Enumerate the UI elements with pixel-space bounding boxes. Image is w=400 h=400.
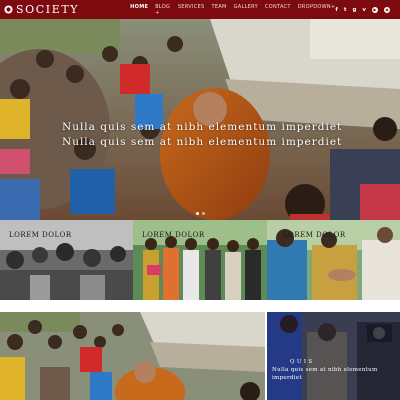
top-navbar: SOCIETY HOME BLOG + SERVICES TEAM GALLER… [0, 0, 400, 19]
social-links: f t g v ▶ ◉ [335, 6, 390, 13]
gallery-tile-4[interactable] [0, 312, 265, 400]
gallery-label-1: LOREM DOLOR [9, 231, 72, 239]
gallery-tile-5-overlay [267, 312, 400, 400]
facebook-icon[interactable]: f [335, 7, 337, 13]
gallery-image-4 [0, 312, 265, 400]
vimeo-icon[interactable]: v [362, 7, 366, 13]
nav-team[interactable]: TEAM [211, 4, 226, 16]
gallery-tile-3[interactable]: LOREM DOLOR [267, 220, 400, 300]
site-logo[interactable]: SOCIETY [4, 3, 79, 16]
mini-caption-text: Nulla quis sem at nibh elementum imperdi… [272, 367, 378, 381]
gallery-tile-1[interactable]: LOREM DOLOR [0, 220, 133, 300]
gallery-tile-2[interactable]: LOREM DOLOR [133, 220, 267, 300]
gallery-tile-5-caption: Q U I S Nulla quis sem at nibh elementum… [272, 358, 392, 382]
youtube-icon[interactable]: ▶ [372, 6, 378, 13]
google-plus-icon[interactable]: g [352, 7, 356, 13]
nav-gallery[interactable]: GALLERY [234, 4, 258, 16]
nav-dropdown[interactable]: DROPDOWN+ [298, 4, 336, 16]
slider-dot-1[interactable] [196, 212, 199, 215]
gallery-label-2: LOREM DOLOR [142, 231, 205, 239]
slider-pagination [196, 212, 205, 215]
slider-dot-2[interactable] [202, 212, 205, 215]
logo-mark-icon [4, 5, 13, 14]
site-name: SOCIETY [16, 3, 80, 16]
nav-contact[interactable]: CONTACT [265, 4, 291, 16]
nav-blog[interactable]: BLOG + [155, 4, 171, 16]
hero-caption: Nulla quis sem at nibh elementum imperdi… [62, 120, 342, 150]
hero-slider[interactable]: Nulla quis sem at nibh elementum imperdi… [0, 19, 400, 220]
hero-caption-line-2: Nulla quis sem at nibh elementum imperdi… [62, 136, 343, 148]
gallery-tile-5[interactable]: Q U I S Nulla quis sem at nibh elementum… [267, 312, 400, 400]
nav-services[interactable]: SERVICES [178, 4, 205, 16]
main-menu: HOME BLOG + SERVICES TEAM GALLERY CONTAC… [130, 4, 335, 16]
instagram-icon[interactable]: ◉ [384, 6, 390, 13]
twitter-icon[interactable]: t [344, 7, 347, 13]
mini-caption-title: Q U I S [290, 359, 313, 365]
gallery-label-3: LOREM DOLOR [283, 231, 346, 239]
nav-home[interactable]: HOME [130, 4, 148, 16]
hero-caption-line-1: Nulla quis sem at nibh elementum imperdi… [62, 121, 343, 133]
